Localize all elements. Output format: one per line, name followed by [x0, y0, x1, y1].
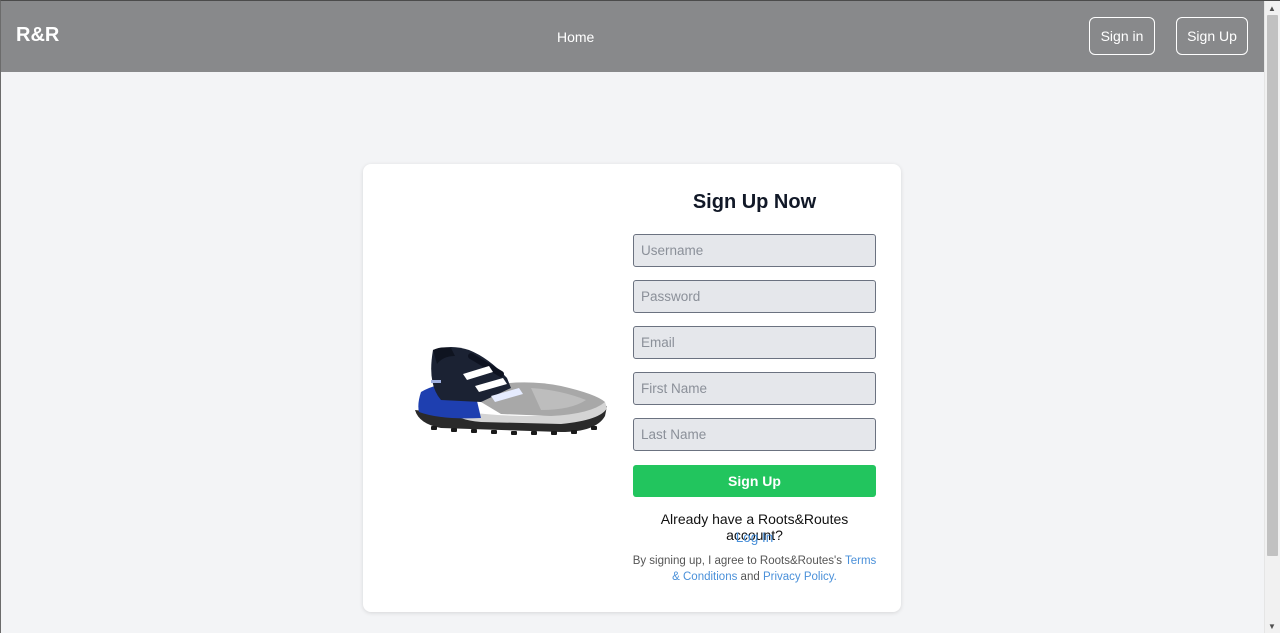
- terms-and-text: and: [737, 571, 763, 583]
- last-name-field[interactable]: [633, 418, 876, 451]
- privacy-policy-link[interactable]: Privacy Policy.: [763, 571, 837, 583]
- brand-logo[interactable]: R&R: [16, 24, 59, 47]
- trail-running-shoe-image: [415, 347, 607, 435]
- terms-notice: By signing up, I agree to Roots&Routes's…: [629, 553, 880, 585]
- email-field[interactable]: [633, 326, 876, 359]
- scrollbar-thumb[interactable]: [1267, 15, 1278, 556]
- scroll-down-arrow-icon[interactable]: ▼: [1268, 622, 1276, 631]
- sign-in-button[interactable]: Sign in: [1089, 17, 1155, 55]
- signup-card: Sign Up Now Sign Up Already have a Roots…: [363, 164, 901, 612]
- page-title: Sign Up Now: [692, 191, 817, 213]
- first-name-field[interactable]: [633, 372, 876, 405]
- username-field[interactable]: [633, 234, 876, 267]
- terms-prefix-text: By signing up, I agree to Roots&Routes's: [632, 555, 845, 567]
- nav-link-home[interactable]: Home: [557, 29, 594, 45]
- password-field[interactable]: [633, 280, 876, 313]
- scroll-up-arrow-icon[interactable]: ▲: [1268, 4, 1276, 13]
- sign-up-submit-button[interactable]: Sign Up: [633, 465, 876, 497]
- sign-up-button[interactable]: Sign Up: [1176, 17, 1248, 55]
- top-navbar: R&R Home Sign in Sign Up: [1, 1, 1265, 72]
- log-in-link[interactable]: Log In: [633, 530, 876, 545]
- vertical-scrollbar[interactable]: ▲ ▼: [1264, 1, 1280, 633]
